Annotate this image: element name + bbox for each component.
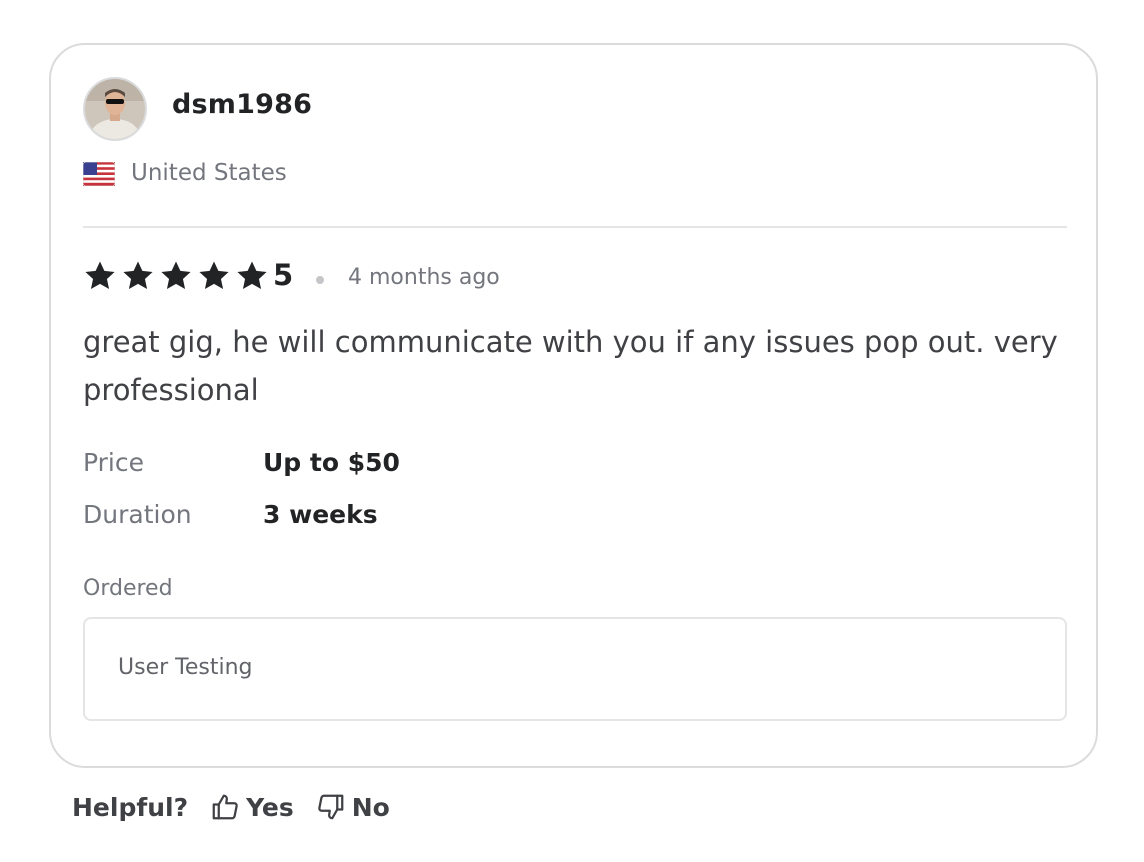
ordered-item-box[interactable]: User Testing xyxy=(83,617,1067,721)
star-rating xyxy=(83,259,269,293)
duration-label: Duration xyxy=(83,500,192,529)
star-icon xyxy=(123,261,153,290)
helpful-no-label: No xyxy=(351,792,390,822)
ordered-label: Ordered xyxy=(83,576,173,601)
star-icon xyxy=(85,261,115,290)
review-text: great gig, he will communicate with you … xyxy=(83,325,1058,407)
helpful-section: Helpful? Yes No xyxy=(72,792,412,822)
ordered-item-title: User Testing xyxy=(118,655,253,680)
helpful-yes-button[interactable]: Yes xyxy=(210,792,294,822)
review-time: 4 months ago xyxy=(348,265,500,290)
star-icon xyxy=(161,261,191,290)
star-icon xyxy=(199,261,229,290)
helpful-yes-label: Yes xyxy=(246,792,294,822)
thumbs-down-icon xyxy=(317,794,344,820)
review-card: dsm1986 United States 5 4 months ago gre… xyxy=(49,43,1098,768)
separator-dot xyxy=(316,276,324,284)
helpful-label: Helpful? xyxy=(72,792,189,822)
reviewer-username[interactable]: dsm1986 xyxy=(172,89,312,120)
us-flag-icon xyxy=(83,162,115,186)
price-label: Price xyxy=(83,448,144,477)
reviewer-country: United States xyxy=(131,160,287,186)
avatar-photo xyxy=(85,79,145,139)
price-value: Up to $50 xyxy=(263,448,400,477)
divider xyxy=(83,226,1067,228)
duration-value: 3 weeks xyxy=(263,500,378,529)
rating-value: 5 xyxy=(273,258,294,292)
thumbs-up-icon xyxy=(212,794,238,820)
star-icon xyxy=(237,261,267,290)
avatar[interactable] xyxy=(83,77,147,141)
helpful-no-button[interactable]: No xyxy=(316,792,390,822)
